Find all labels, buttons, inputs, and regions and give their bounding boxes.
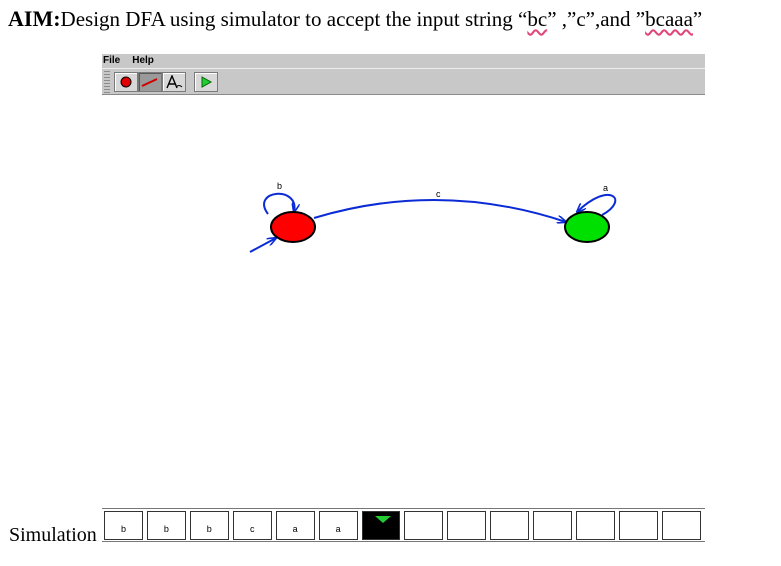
tape-cell [533,510,573,540]
tape-cell [576,510,616,540]
input-tape: bbbcaa [102,508,705,542]
dfa-diagram: b c a [249,181,617,253]
tape-cell: c [232,510,272,540]
transition-label-a: a [603,183,608,193]
simulation-label: Simulation [9,524,97,546]
tape-symbol: a [335,523,341,534]
transition-q0-q1[interactable] [313,198,566,222]
tape-cell: b [104,510,143,540]
transition-q0-q0[interactable] [263,192,294,215]
tape-symbol: b [163,523,169,534]
tape-cell: a [318,510,358,540]
tape-cell [619,510,658,540]
state-q1-accept[interactable] [564,211,610,243]
tape-symbol: a [292,523,298,534]
tape-cell: b [189,510,229,540]
transition-label-b: b [277,181,282,191]
transition-label-c: c [436,189,441,199]
state-q0-start[interactable] [270,211,316,243]
tape-symbol: c [249,523,255,534]
tape-cell: b [146,510,186,540]
tape-cell [447,510,487,540]
tape-cell [404,510,444,540]
start-arrow [249,238,276,253]
tape-head-cell [361,510,401,540]
tape-cell [661,510,701,540]
tape-cell: a [275,510,315,540]
tape-symbol: b [120,523,126,534]
tape-head-marker-icon [374,515,391,523]
tape-symbol: b [206,523,212,534]
tape-cell [490,510,530,540]
